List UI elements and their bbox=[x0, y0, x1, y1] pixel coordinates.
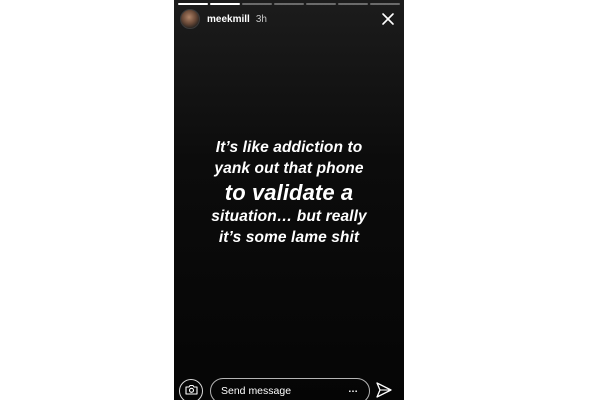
username[interactable]: meekmill bbox=[207, 14, 250, 25]
send-message-placeholder: Send message bbox=[221, 385, 292, 397]
progress-segment bbox=[242, 3, 272, 5]
story-text-line: It’s like addiction to bbox=[215, 139, 363, 156]
story-text: It’s like addiction to yank out that pho… bbox=[174, 138, 404, 248]
story-text-line: it’s some lame shit bbox=[218, 228, 360, 246]
camera-button[interactable] bbox=[179, 379, 203, 400]
post-time: 3h bbox=[255, 13, 267, 25]
story-viewer[interactable]: meekmill 3h It’s like addiction to yank … bbox=[174, 0, 404, 400]
progress-segment bbox=[370, 3, 400, 5]
camera-icon bbox=[184, 382, 198, 400]
send-message-input[interactable]: Send message … bbox=[210, 378, 370, 400]
avatar[interactable] bbox=[180, 9, 200, 29]
story-header: meekmill 3h bbox=[180, 9, 398, 29]
send-icon[interactable] bbox=[375, 381, 393, 399]
story-text-line: to validate a bbox=[224, 180, 354, 205]
story-progress-bar bbox=[178, 3, 400, 5]
page: meekmill 3h It’s like addiction to yank … bbox=[0, 0, 600, 400]
progress-segment bbox=[178, 3, 208, 5]
more-icon[interactable]: … bbox=[348, 384, 359, 395]
progress-segment bbox=[338, 3, 368, 5]
progress-segment bbox=[274, 3, 304, 5]
close-icon[interactable] bbox=[380, 11, 396, 27]
story-text-line: situation… but really bbox=[211, 208, 367, 225]
progress-segment bbox=[306, 3, 336, 5]
story-text-line: yank out that phone bbox=[214, 159, 364, 177]
progress-segment bbox=[210, 3, 240, 5]
story-footer: Send message … bbox=[174, 376, 404, 400]
